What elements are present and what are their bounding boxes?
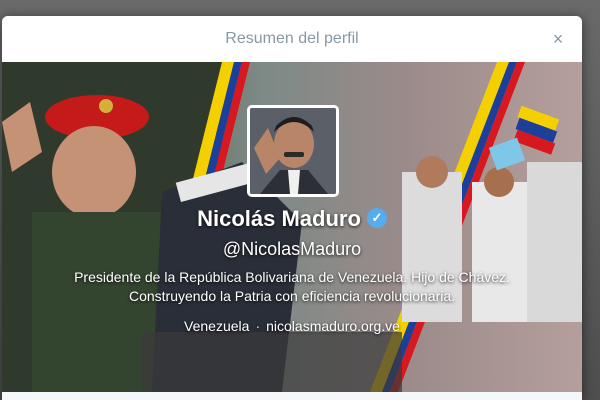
profile-name-row: Nicolás Maduro ✓ [2,204,582,234]
close-icon[interactable]: × [548,29,568,49]
profile-info: Nicolás Maduro ✓ @NicolasMaduro President… [2,204,582,336]
profile-handle[interactable]: @NicolasMaduro [2,236,582,262]
modal-body-strip [2,392,582,400]
profile-banner-image: Nicolás Maduro ✓ @NicolasMaduro President… [2,62,582,392]
meta-separator: · [255,318,261,334]
profile-bio: Presidente de la República Bolivariana d… [2,268,582,306]
bio-line-1: Presidente de la República Bolivariana d… [74,269,510,285]
profile-name[interactable]: Nicolás Maduro [197,206,361,231]
profile-website-link[interactable]: nicolasmaduro.org.ve [266,318,400,334]
profile-summary-modal: Resumen del perfil × Nicolás Maduro ✓ @N… [2,16,582,400]
modal-title: Resumen del perfil [225,30,359,47]
verified-check: ✓ [371,210,383,225]
profile-avatar[interactable] [247,105,339,197]
profile-meta-row: Venezuela · nicolasmaduro.org.ve [2,316,582,336]
avatar-graphic [250,108,336,194]
bio-line-2: Construyendo la Patria con eficiencia re… [128,288,456,304]
verified-badge-icon: ✓ [366,208,387,228]
profile-location: Venezuela [184,318,250,334]
modal-header: Resumen del perfil × [2,16,582,63]
